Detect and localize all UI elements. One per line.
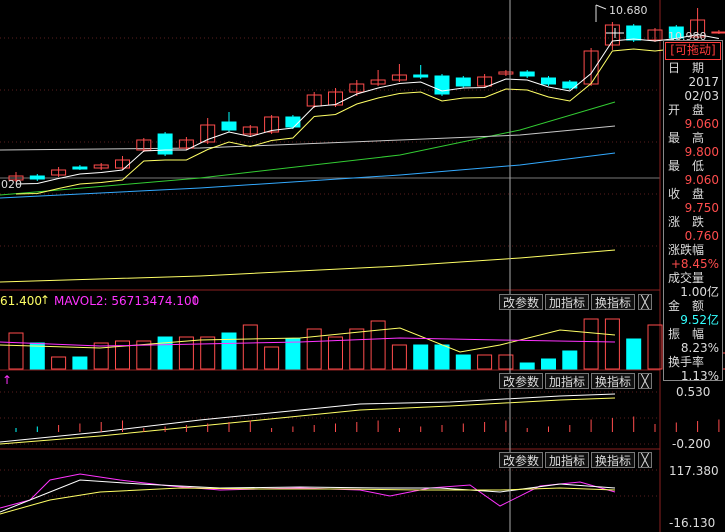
volume-bar	[477, 354, 493, 370]
volume-bar	[306, 328, 322, 370]
info-high: 9.800	[684, 145, 719, 159]
info-year: 2017	[688, 75, 719, 89]
volume-bar	[328, 336, 343, 370]
info-change: 0.760	[684, 229, 719, 243]
volume-bar	[8, 332, 24, 370]
ind3-close-icon[interactable]: ╳	[638, 452, 652, 468]
info-drag-header[interactable]: [可拖动]	[665, 42, 721, 60]
volume-bar	[51, 356, 67, 370]
ind3-j-line	[0, 473, 616, 509]
ma-white-line	[15, 33, 719, 185]
volume-bar	[242, 324, 258, 370]
ind2-left-arrow: ↑	[2, 373, 13, 387]
volume-bar	[349, 328, 365, 370]
ind3-d-line	[0, 487, 616, 515]
mavol1-label: 61.400	[0, 294, 42, 308]
volume-bar	[72, 356, 88, 370]
ind2-switch-indicator-button[interactable]: 换指标	[591, 373, 636, 389]
candle-body	[29, 175, 45, 180]
ind3-modify-params-button[interactable]: 改参数	[499, 452, 544, 468]
volume-bar	[583, 318, 599, 370]
ind2-close-icon[interactable]: ╳	[638, 373, 652, 389]
info-turnover-label: 换手率	[668, 355, 705, 369]
info-low: 9.060	[684, 173, 719, 187]
volume-bar	[455, 354, 471, 370]
mavol1-arrow: ↑	[40, 293, 51, 307]
ind2-modify-params-button[interactable]: 改参数	[499, 373, 544, 389]
volume-bar	[434, 344, 450, 370]
info-open-label: 开 盘	[668, 103, 705, 117]
vol-add-indicator-button[interactable]: 加指标	[545, 294, 590, 310]
vol-close-icon[interactable]: ╳	[638, 294, 652, 310]
info-date: 02/03	[684, 89, 719, 103]
info-amplitude: 8.23%	[680, 341, 719, 355]
candle-body	[541, 77, 556, 85]
ind2-dea-line	[0, 397, 616, 445]
candle-body	[72, 166, 88, 170]
candle-body	[157, 133, 173, 155]
high-marker-label: 10.680	[609, 4, 648, 17]
volume-bar	[29, 342, 45, 370]
info-volume-label: 成交量	[668, 271, 705, 285]
volume-bar	[93, 342, 109, 370]
volume-bar	[626, 338, 642, 370]
volume-bar	[413, 344, 429, 370]
quote-info-panel[interactable]: [可拖动] 日 期 2017 02/03 开 盘 9.060 最 高 9.800…	[663, 40, 723, 383]
ind2-add-indicator-button[interactable]: 加指标	[545, 373, 590, 389]
candle-body	[711, 31, 725, 34]
left-low-label: 020	[1, 178, 22, 191]
volume-bar	[200, 336, 216, 370]
info-amount-label: 金 额	[668, 299, 705, 313]
candle-body	[455, 77, 471, 87]
info-close-label: 收 盘	[668, 187, 705, 201]
ma-yellow-long-line	[0, 249, 616, 283]
vol-switch-indicator-button[interactable]: 换指标	[591, 294, 636, 310]
ind3-axis-bottom: -16.130	[669, 516, 716, 530]
info-high-label: 最 高	[668, 131, 705, 145]
info-pct-label: 涨跌幅	[668, 243, 705, 257]
volume-bar	[370, 320, 386, 370]
info-open: 9.060	[684, 117, 719, 131]
ind3-add-indicator-button[interactable]: 加指标	[545, 452, 590, 468]
volume-bar	[157, 336, 173, 370]
ma-yellow-line	[15, 43, 719, 195]
volume-bar	[221, 332, 237, 370]
candle-body	[221, 121, 237, 131]
info-volume: 1.00亿	[680, 285, 719, 299]
volume-bar	[285, 338, 301, 370]
mavol2-arrow: ↑	[190, 293, 201, 307]
candle-body	[626, 25, 642, 41]
volume-bar	[541, 358, 556, 370]
volume-bar	[498, 354, 514, 370]
high-marker-arrow	[595, 4, 607, 10]
candle-body	[285, 116, 301, 128]
info-change-label: 涨 跌	[668, 215, 705, 229]
volume-bar	[519, 362, 535, 370]
ind2-axis-bottom: -0.200	[672, 437, 711, 451]
info-turnover: 1.13%	[680, 369, 719, 383]
ind2-axis-top: 0.530	[676, 385, 711, 399]
info-low-label: 最 低	[668, 159, 705, 173]
volume-bar	[391, 344, 407, 370]
info-amplitude-label: 振 幅	[668, 327, 705, 341]
info-pct: +8.45%	[670, 257, 719, 271]
volume-bar	[264, 346, 280, 370]
ma-blue-line	[0, 152, 616, 199]
candle-body	[413, 74, 429, 78]
mavol2-label: MAVOL2: 56713474.100	[54, 294, 200, 308]
volume-bar	[604, 318, 620, 370]
info-date-label: 日 期	[668, 61, 705, 75]
vol-modify-params-button[interactable]: 改参数	[499, 294, 544, 310]
ind3-axis-top: 117.380	[669, 464, 719, 478]
volume-bar	[562, 350, 578, 370]
info-amount: 9.52亿	[680, 313, 719, 327]
candle-body	[519, 71, 535, 77]
info-close: 9.750	[684, 201, 719, 215]
ind3-switch-indicator-button[interactable]: 换指标	[591, 452, 636, 468]
